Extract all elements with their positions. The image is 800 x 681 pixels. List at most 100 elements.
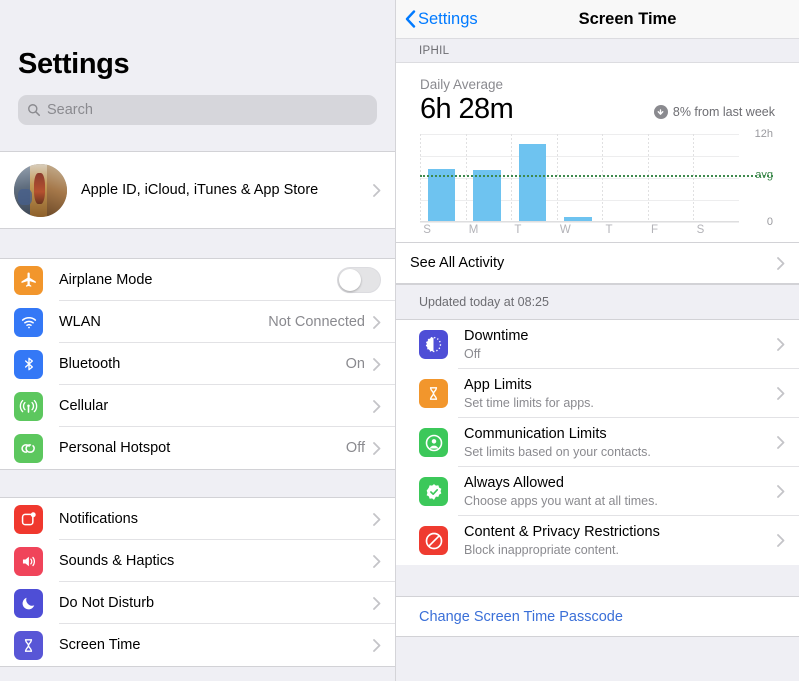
- chart-x-axis-label: T: [514, 224, 522, 237]
- sidebar-item-label: Screen Time: [59, 637, 141, 653]
- sidebar-item-apple-id[interactable]: Apple ID, iCloud, iTunes & App Store: [0, 152, 395, 228]
- chevron-right-icon: [373, 315, 381, 329]
- downtime-clock-icon: [419, 330, 448, 360]
- hotspot-link-icon: [14, 433, 43, 463]
- search-container: Search: [0, 81, 395, 125]
- chart-x-axis-labels: SMTWTFS: [420, 222, 739, 240]
- bottom-spacer: [396, 637, 799, 681]
- chart-y-axis-label: 0: [766, 216, 773, 229]
- airplane-mode-toggle[interactable]: [337, 267, 381, 293]
- feature-subtitle: Off: [464, 347, 481, 362]
- sidebar-item-label: Notifications: [59, 511, 138, 527]
- screen-time-features-group: Downtime Off App Limits Set time limits …: [396, 320, 799, 566]
- chart-column-divider: [556, 134, 558, 222]
- sidebar-item-cellular[interactable]: Cellular: [0, 385, 395, 427]
- daily-average-block: Daily Average 6h 28m 8% from last week: [396, 63, 799, 124]
- sidebar-item-personal-hotspot[interactable]: Personal Hotspot Off: [0, 427, 395, 469]
- sidebar-item-label: Personal Hotspot: [59, 440, 171, 456]
- chevron-left-icon: [405, 10, 416, 28]
- feature-row-downtime[interactable]: Downtime Off: [396, 320, 799, 370]
- sidebar-item-wlan[interactable]: WLAN Not Connected: [0, 301, 395, 343]
- feature-title: Content & Privacy Restrictions: [464, 524, 660, 541]
- arrow-down-circle-icon: [653, 105, 668, 120]
- chart-gridline: [420, 200, 739, 202]
- chart-plot-area: 12h 0 avg: [420, 128, 773, 228]
- see-all-activity-row[interactable]: See All Activity: [396, 243, 799, 284]
- wlan-status-value: Not Connected: [268, 314, 365, 330]
- chevron-right-icon: [373, 512, 381, 526]
- screen-time-chart: 12h 0 avg S M T W T F S: [396, 128, 799, 242]
- chart-column-divider: [420, 134, 421, 222]
- updated-note: Updated today at 08:25: [396, 284, 799, 321]
- chart-column-divider: [647, 134, 649, 222]
- hourglass-icon: [14, 630, 43, 660]
- see-all-activity-label: See All Activity: [410, 255, 505, 272]
- feature-row-app-limits[interactable]: App Limits Set time limits for apps.: [396, 369, 799, 419]
- chart-x-axis-label: S: [423, 224, 431, 237]
- chevron-right-icon: [373, 399, 381, 413]
- avatar: [14, 163, 67, 217]
- page-title: Settings: [18, 48, 130, 80]
- checkmark-seal-icon: [419, 477, 448, 507]
- daily-average-value: 6h 28m: [420, 93, 514, 125]
- chart-column-divider: [602, 134, 604, 222]
- chart-bar: [518, 144, 547, 222]
- person-circle-icon: [419, 428, 448, 458]
- connectivity-group: Airplane Mode WLAN Not Connected Bluetoo…: [0, 258, 395, 470]
- notifications-badge-icon: [14, 504, 43, 534]
- back-button-label: Settings: [418, 9, 478, 28]
- moon-icon: [14, 588, 43, 618]
- chart-x-axis-label: M: [468, 224, 479, 237]
- search-input[interactable]: Search: [18, 95, 377, 125]
- search-icon: [27, 103, 41, 117]
- chart-y-axis-label: 12h: [754, 128, 773, 141]
- no-entry-icon: [419, 526, 448, 556]
- feature-title: App Limits: [464, 377, 532, 394]
- sidebar-item-bluetooth[interactable]: Bluetooth On: [0, 343, 395, 385]
- chart-gridline: [420, 156, 739, 158]
- feature-row-always-allowed[interactable]: Always Allowed Choose apps you want at a…: [396, 467, 799, 517]
- back-button[interactable]: Settings: [396, 10, 478, 29]
- chevron-right-icon: [373, 357, 381, 371]
- trend-text: 8% from last week: [672, 105, 775, 120]
- feature-subtitle: Block inappropriate content.: [464, 543, 619, 558]
- trend-indicator: 8% from last week: [653, 105, 775, 124]
- see-all-activity-group: See All Activity: [396, 242, 799, 285]
- sidebar-item-airplane-mode[interactable]: Airplane Mode: [0, 259, 395, 301]
- chevron-right-icon: [777, 257, 785, 270]
- feature-title: Downtime: [464, 328, 529, 345]
- chart-column-divider: [511, 134, 513, 222]
- change-passcode-row[interactable]: Change Screen Time Passcode: [396, 597, 799, 638]
- wifi-icon: [14, 307, 43, 337]
- sidebar-item-screen-time[interactable]: Screen Time: [0, 624, 395, 666]
- bluetooth-icon: [14, 349, 43, 379]
- chart-gridline: [420, 178, 739, 180]
- section-spacer: [396, 565, 799, 598]
- device-section-header: IPHIL: [396, 39, 799, 63]
- chart-bar: [564, 217, 592, 222]
- sidebar-item-do-not-disturb[interactable]: Do Not Disturb: [0, 582, 395, 624]
- sidebar-item-sounds-haptics[interactable]: Sounds & Haptics: [0, 540, 395, 582]
- chevron-right-icon: [373, 638, 381, 652]
- hotspot-status-value: Off: [345, 440, 365, 456]
- chevron-right-icon: [777, 485, 785, 499]
- chart-x-axis-label: F: [651, 224, 659, 237]
- chart-bar: [473, 170, 501, 222]
- sidebar-gap-2: [0, 229, 395, 258]
- sidebar-item-label: Airplane Mode: [59, 272, 153, 288]
- sidebar-gap-3: [0, 470, 395, 497]
- feature-subtitle: Choose apps you want at all times.: [464, 494, 658, 509]
- chart-average-line: [420, 174, 773, 177]
- change-passcode-label: Change Screen Time Passcode: [419, 608, 623, 625]
- chart-bar: [427, 169, 456, 222]
- chevron-right-icon: [777, 534, 785, 548]
- chart-y-axis-label: avg: [755, 168, 773, 181]
- feature-subtitle: Set limits based on your contacts.: [464, 445, 651, 460]
- feature-row-content-privacy[interactable]: Content & Privacy Restrictions Block ina…: [396, 516, 799, 566]
- sidebar-item-label: Do Not Disturb: [59, 595, 155, 611]
- bluetooth-status-value: On: [345, 356, 365, 372]
- chevron-right-icon: [777, 436, 785, 450]
- feature-row-communication-limits[interactable]: Communication Limits Set limits based on…: [396, 418, 799, 468]
- sidebar-item-notifications[interactable]: Notifications: [0, 498, 395, 540]
- chevron-right-icon: [373, 441, 381, 455]
